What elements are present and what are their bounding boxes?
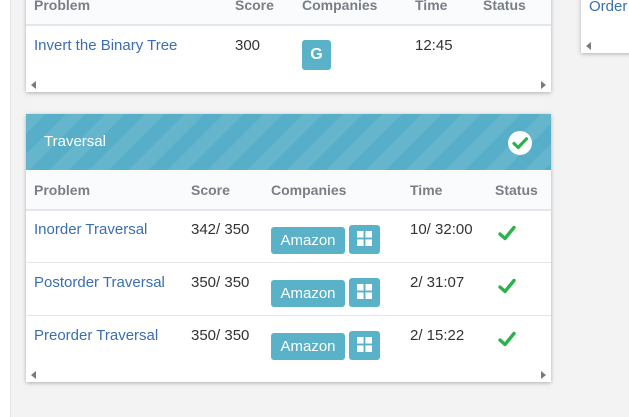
panel-banner: Traversal (26, 114, 551, 170)
panel-title: Traversal (44, 133, 106, 150)
check-icon (497, 277, 517, 295)
scroll-left-arrow-icon[interactable] (31, 371, 36, 379)
table-row: Postorder Traversal 350/ 350 Amazon 2/ 3… (26, 263, 551, 316)
windows-icon[interactable] (349, 225, 380, 254)
problem-link[interactable]: Inorder Traversal (34, 221, 147, 238)
time-value: 2/ 15:22 (410, 327, 465, 344)
header-score: Score (235, 0, 274, 13)
amazon-badge[interactable]: Amazon (271, 333, 345, 360)
problem-link[interactable]: Preorder Traversal (34, 327, 158, 344)
amazon-badge[interactable]: Amazon (271, 280, 345, 307)
google-g-icon[interactable]: G (302, 40, 331, 70)
table-header: Problem Score Companies Time Status (26, 171, 551, 211)
order-link[interactable]: Order (589, 0, 627, 15)
windows-icon[interactable] (349, 278, 380, 307)
scroll-left-arrow-icon[interactable] (586, 42, 591, 50)
header-status: Status (483, 0, 526, 13)
time-value: 10/ 32:00 (410, 221, 473, 238)
problems-panel-top: Problem Score Companies Time Status Inve… (26, 0, 551, 92)
score-value: 350/ 350 (191, 327, 250, 344)
right-panel: Order (581, 0, 629, 53)
horizontal-scrollbar[interactable] (26, 368, 551, 382)
score-value: 350/ 350 (191, 274, 250, 291)
scroll-left-arrow-icon[interactable] (31, 81, 36, 89)
header-time: Time (415, 0, 448, 13)
windows-icon[interactable] (349, 331, 380, 360)
time-value: 2/ 31:07 (410, 274, 465, 291)
problem-link[interactable]: Postorder Traversal (34, 274, 165, 291)
score-value: 300 (235, 37, 261, 54)
check-icon (497, 224, 517, 242)
check-circle-icon (508, 131, 532, 155)
scroll-right-arrow-icon[interactable] (541, 81, 546, 89)
score-value: 342/ 350 (191, 221, 250, 238)
horizontal-scrollbar[interactable] (26, 78, 551, 92)
header-score: Score (191, 182, 230, 198)
header-problem: Problem (34, 182, 91, 198)
table-row: Inorder Traversal 342/ 350 Amazon 10/ 32… (26, 210, 551, 263)
amazon-badge[interactable]: Amazon (271, 227, 345, 254)
table-header: Problem Score Companies Time Status (26, 0, 551, 26)
left-rail (0, 0, 11, 417)
scroll-right-arrow-icon[interactable] (541, 371, 546, 379)
header-companies: Companies (302, 0, 378, 13)
horizontal-scrollbar[interactable] (581, 39, 629, 53)
table-row: Preorder Traversal 350/ 350 Amazon 2/ 15… (26, 316, 551, 368)
traversal-panel: Traversal Problem Score Companies Time S… (26, 114, 551, 382)
check-icon (497, 330, 517, 348)
header-time: Time (410, 182, 443, 198)
header-problem: Problem (34, 0, 91, 13)
time-value: 12:45 (415, 37, 453, 54)
table-row: Invert the Binary Tree 300 G 12:45 (26, 26, 551, 76)
header-status: Status (495, 182, 538, 198)
header-companies: Companies (271, 182, 347, 198)
problem-link[interactable]: Invert the Binary Tree (34, 37, 177, 54)
